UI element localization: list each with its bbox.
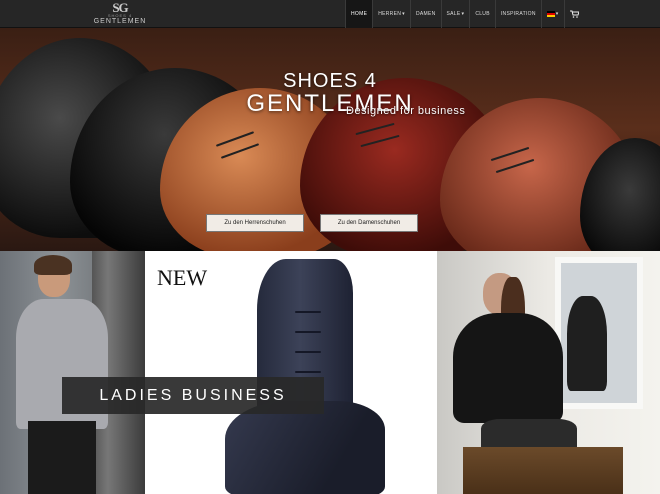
cart-icon [569,10,579,18]
nav-label: INSPIRATION [500,11,536,17]
chevron-down-icon: ▾ [461,11,465,17]
hero-title-line1: SHOES 4 [283,70,377,92]
hero-subtitle: Designed for business [346,105,466,117]
nav-label: HOME [351,11,368,17]
wooden-chest [463,447,623,494]
boot-foot [225,401,385,494]
hero-title: SHOES 4 GENTLEMEN [0,70,660,116]
hero-title-line2: GENTLEMEN [246,90,414,117]
lace-detail [295,371,321,373]
de-flag-icon [546,11,555,17]
nav-item-home[interactable]: HOME [345,0,373,28]
brand-logo[interactable]: SG SHOES 4 GENTLEMEN [92,1,148,26]
nav-label: HERREN [378,11,402,17]
mirror-reflection [567,296,607,391]
lace-detail [295,331,321,333]
logo-wordmark: GENTLEMEN [93,18,147,25]
nav-item-sale[interactable]: SALE ▾ [440,0,470,28]
nav-item-inspiration[interactable]: INSPIRATION [494,0,541,28]
ladies-business-banner[interactable]: LADIES BUSINESS [62,377,324,414]
nav-item-herren[interactable]: HERREN ▾ [372,0,410,28]
new-boot-image[interactable]: NEW [145,251,437,494]
lace-detail [295,351,321,353]
nav-label: SALE [446,11,461,17]
lace-detail [295,311,321,313]
top-navbar: SG SHOES 4 GENTLEMEN HOME HERREN ▾ DAMEN … [0,0,660,28]
woman-sweater [453,313,563,423]
main-menu: HOME HERREN ▾ DAMEN SALE ▾ CLUB INSPIRATIO… [345,0,584,28]
nav-label: CLUB [475,11,490,17]
nav-label: DAMEN [415,11,436,17]
language-selector[interactable]: ▾ [540,0,564,28]
cart-button[interactable] [563,0,584,28]
inspiration-image[interactable] [437,251,660,494]
nav-item-club[interactable]: CLUB [469,0,495,28]
new-label: NEW [157,265,208,290]
nav-item-damen[interactable]: DAMEN [409,0,441,28]
woman-hair [34,255,72,275]
women-shoes-button[interactable]: Zu den Damenschuhen [320,214,418,232]
chevron-down-icon: ▾ [555,11,559,17]
men-shoes-button[interactable]: Zu den Herrenschuhen [206,214,304,232]
ladies-business-image[interactable] [0,251,145,494]
chevron-down-icon: ▾ [402,11,405,17]
woman-skirt [28,421,96,494]
